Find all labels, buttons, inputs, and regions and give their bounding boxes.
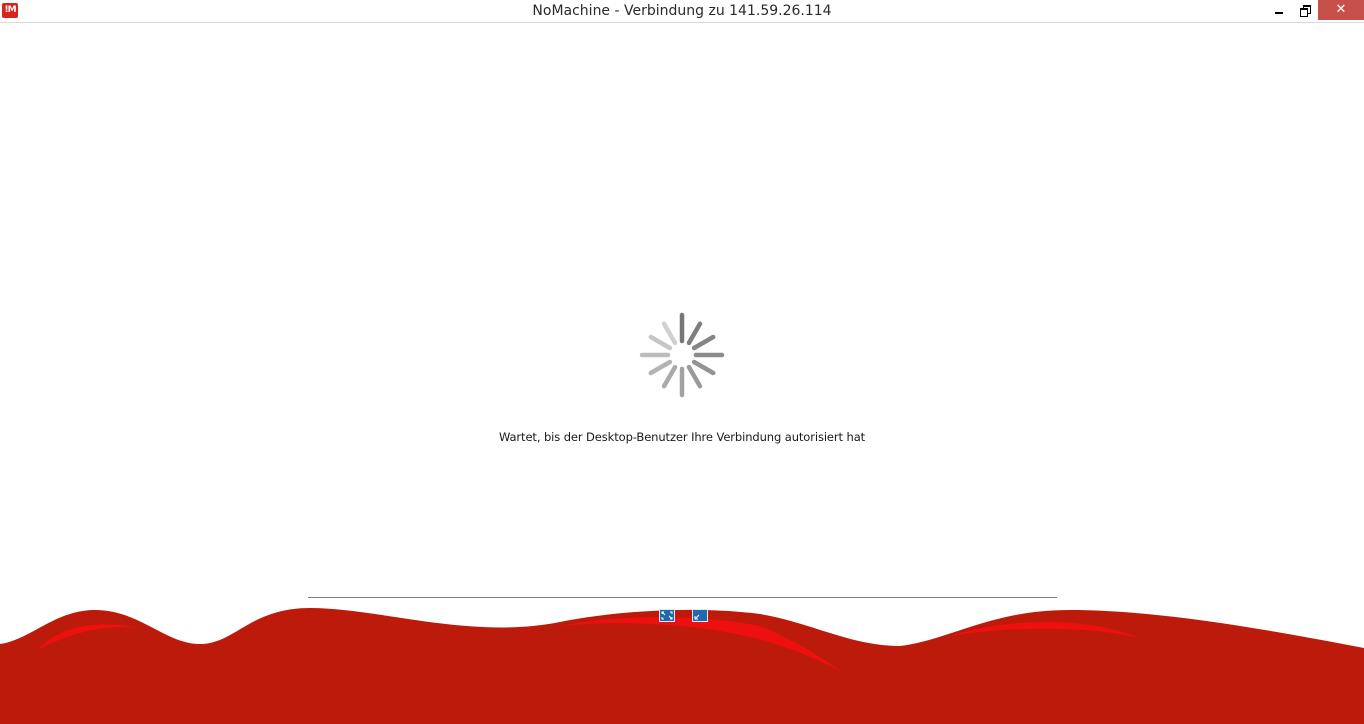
fullscreen-icon	[661, 611, 673, 620]
divider-line	[308, 597, 1057, 598]
fullscreen-button[interactable]	[659, 609, 675, 622]
nomachine-window: !M NoMachine - Verbindung zu 141.59.26.1…	[0, 0, 1364, 724]
loading-spinner-icon	[639, 312, 725, 398]
resize-button[interactable]	[692, 609, 708, 622]
minimize-icon	[1275, 12, 1283, 14]
resize-icon	[694, 614, 700, 620]
title-bar[interactable]: !M NoMachine - Verbindung zu 141.59.26.1…	[0, 0, 1364, 23]
close-button[interactable]: ✕	[1318, 0, 1364, 20]
restore-icon	[1300, 5, 1311, 17]
authorization-status-text: Wartet, bis der Desktop-Benutzer Ihre Ve…	[498, 430, 866, 444]
window-title: NoMachine - Verbindung zu 141.59.26.114	[532, 3, 832, 19]
red-wave-footer	[0, 608, 1364, 724]
close-icon: ✕	[1335, 2, 1347, 17]
restore-button[interactable]	[1292, 0, 1318, 20]
minimize-button[interactable]	[1266, 0, 1292, 20]
